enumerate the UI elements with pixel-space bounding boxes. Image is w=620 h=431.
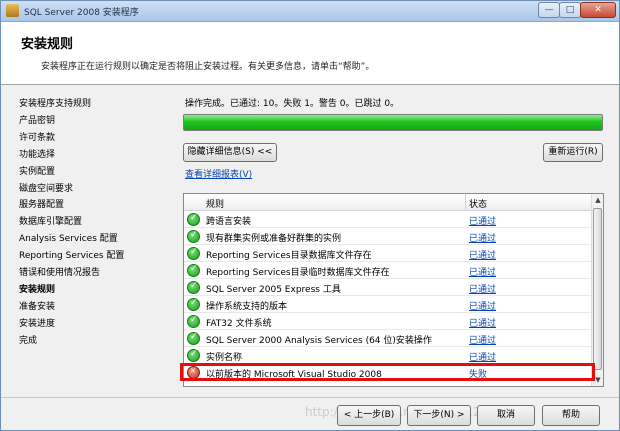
title-bar[interactable]: SQL Server 2008 安装程序 — □ ✕: [1, 1, 619, 22]
progress-bar: [183, 114, 603, 131]
sidebar-item-3[interactable]: 功能选择: [19, 147, 55, 160]
operation-status: 操作完成。已通过: 10。失败 1。警告 0。已跳过 0。: [185, 99, 400, 109]
passed-check-icon: [187, 264, 200, 277]
vertical-scrollbar[interactable]: ▲ ▼: [591, 194, 603, 386]
failed-x-icon: [187, 366, 200, 379]
minimize-button[interactable]: —: [538, 2, 560, 18]
rule-status-link[interactable]: 已通过: [469, 214, 496, 227]
scroll-up-icon[interactable]: ▲: [592, 194, 603, 206]
scroll-thumb[interactable]: [593, 208, 602, 370]
sidebar-item-14[interactable]: 完成: [19, 333, 37, 346]
passed-check-icon: [187, 298, 200, 311]
sql-server-app-icon: [6, 4, 19, 17]
table-row[interactable]: FAT32 文件系统 已通过: [184, 313, 591, 330]
page-description: 安装程序正在运行规则以确定是否将阻止安装过程。有关更多信息，请单击“帮助”。: [41, 62, 375, 72]
rule-name: 以前版本的 Microsoft Visual Studio 2008: [206, 370, 382, 380]
rule-status-link[interactable]: 已通过: [469, 231, 496, 244]
passed-check-icon: [187, 281, 200, 294]
sidebar-item-0[interactable]: 安装程序支持规则: [19, 96, 91, 109]
sidebar-item-7[interactable]: 数据库引擎配置: [19, 214, 82, 227]
setup-window: SQL Server 2008 安装程序 — □ ✕ 安装规则 安装程序正在运行…: [0, 0, 620, 431]
rule-name: Reporting Services目录临时数据库文件存在: [206, 268, 390, 278]
view-report-link[interactable]: 查看详细报表(V): [185, 167, 252, 180]
passed-check-icon: [187, 315, 200, 328]
rule-name: SQL Server 2005 Express 工具: [206, 285, 341, 295]
maximize-icon: □: [565, 5, 575, 15]
sidebar-item-12[interactable]: 准备安装: [19, 299, 55, 312]
rule-name: 操作系统支持的版本: [206, 302, 288, 312]
sidebar-item-11[interactable]: 安装规则: [19, 282, 55, 295]
rerun-button[interactable]: 重新运行(R): [543, 143, 603, 162]
rule-status-link[interactable]: 已通过: [469, 350, 496, 363]
minimize-icon: —: [544, 5, 554, 15]
maximize-button[interactable]: □: [559, 2, 581, 18]
table-row[interactable]: 操作系统支持的版本 已通过: [184, 296, 591, 313]
next-button[interactable]: 下一步(N) >: [407, 405, 471, 426]
page-header: 安装规则 安装程序正在运行规则以确定是否将阻止安装过程。有关更多信息，请单击“帮…: [1, 22, 619, 85]
rule-status-link[interactable]: 已通过: [469, 299, 496, 312]
rule-name: SQL Server 2000 Analysis Services (64 位)…: [206, 336, 432, 346]
progress-fill: [184, 115, 602, 130]
table-row[interactable]: 跨语言安装 已通过: [184, 211, 591, 228]
sidebar-item-10[interactable]: 错误和使用情况报告: [19, 265, 100, 278]
sidebar-item-2[interactable]: 许可条款: [19, 130, 55, 143]
rule-name: 跨语言安装: [206, 217, 252, 227]
rule-name: 实例名称: [206, 353, 243, 363]
sidebar-item-6[interactable]: 服务器配置: [19, 197, 64, 210]
table-row[interactable]: Reporting Services目录数据库文件存在 已通过: [184, 245, 591, 262]
passed-check-icon: [187, 332, 200, 345]
cancel-button[interactable]: 取消: [477, 405, 535, 426]
passed-check-icon: [187, 213, 200, 226]
scroll-down-icon[interactable]: ▼: [592, 374, 603, 386]
rule-status-link[interactable]: 已通过: [469, 282, 496, 295]
window-title: SQL Server 2008 安装程序: [24, 8, 139, 18]
help-button[interactable]: 帮助: [542, 405, 600, 426]
column-divider: [465, 194, 466, 210]
sidebar-item-1[interactable]: 产品密钥: [19, 113, 55, 126]
sidebar-item-4[interactable]: 实例配置: [19, 164, 55, 177]
passed-check-icon: [187, 230, 200, 243]
rule-status-link[interactable]: 已通过: [469, 333, 496, 346]
rule-status-link[interactable]: 失败: [469, 367, 487, 380]
sidebar-item-5[interactable]: 磁盘空间要求: [19, 181, 73, 194]
table-row[interactable]: SQL Server 2000 Analysis Services (64 位)…: [184, 330, 591, 347]
close-icon: ✕: [594, 5, 602, 15]
back-button[interactable]: < 上一步(B): [337, 405, 401, 426]
rule-name: FAT32 文件系统: [206, 319, 272, 329]
page-title: 安装规则: [21, 37, 74, 52]
rule-status-link[interactable]: 已通过: [469, 316, 496, 329]
passed-check-icon: [187, 247, 200, 260]
close-button[interactable]: ✕: [580, 2, 616, 18]
rules-grid: 规则 状态 跨语言安装已通过现有群集实例或准备好群集的实例已通过Reportin…: [183, 193, 604, 387]
table-row[interactable]: SQL Server 2005 Express 工具 已通过: [184, 279, 591, 296]
hide-details-button[interactable]: 隐藏详细信息(S) <<: [183, 143, 277, 162]
row-divider: [184, 380, 591, 381]
column-header-status[interactable]: 状态: [469, 197, 487, 210]
column-header-rule[interactable]: 规则: [206, 197, 224, 210]
table-row[interactable]: 以前版本的 Microsoft Visual Studio 2008 失败: [184, 364, 591, 381]
table-row[interactable]: 实例名称 已通过: [184, 347, 591, 364]
table-row[interactable]: Reporting Services目录临时数据库文件存在 已通过: [184, 262, 591, 279]
rule-name: Reporting Services目录数据库文件存在: [206, 251, 372, 261]
rule-status-link[interactable]: 已通过: [469, 248, 496, 261]
table-row[interactable]: 现有群集实例或准备好群集的实例 已通过: [184, 228, 591, 245]
sidebar: 安装程序支持规则 产品密钥许可条款功能选择实例配置磁盘空间要求 服务器配置数据库引擎…: [1, 85, 173, 395]
sidebar-item-13[interactable]: 安装进度: [19, 316, 55, 329]
rule-name: 现有群集实例或准备好群集的实例: [206, 234, 342, 244]
sidebar-item-9[interactable]: Reporting Services 配置: [19, 248, 124, 261]
footer-divider: [1, 397, 619, 398]
rule-status-link[interactable]: 已通过: [469, 265, 496, 278]
grid-header: 规则 状态: [184, 194, 591, 211]
passed-check-icon: [187, 349, 200, 362]
sidebar-item-8[interactable]: Analysis Services 配置: [19, 231, 118, 244]
